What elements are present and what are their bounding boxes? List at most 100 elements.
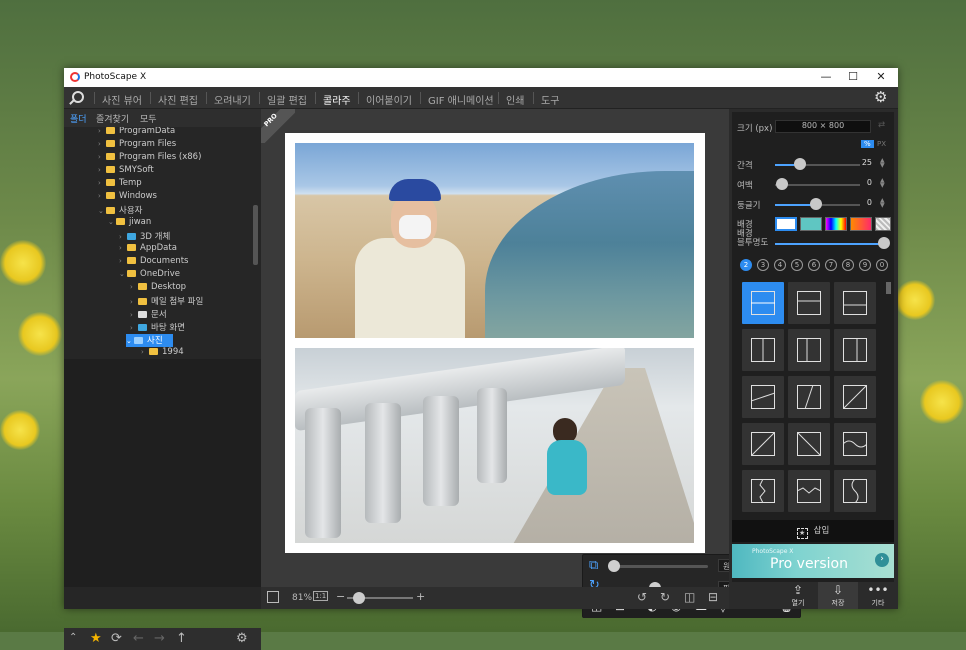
margin-stepper-icon[interactable]: ▲ ▼	[880, 178, 885, 189]
count-8-button[interactable]: 8	[842, 259, 854, 271]
layout-diagonal-down[interactable]	[788, 423, 830, 465]
tree-item[interactable]: › SMYSoft	[98, 165, 154, 178]
layout-horizontal-split-down[interactable]	[834, 282, 876, 324]
tree-item[interactable]: › Program Files	[98, 139, 176, 152]
blur-slider-knob[interactable]	[878, 237, 890, 249]
browser-settings-gear-icon[interactable]: ⚙	[236, 631, 248, 646]
margin-slider-knob[interactable]	[776, 178, 788, 190]
search-icon[interactable]	[72, 91, 84, 103]
spacing-slider[interactable]	[800, 164, 860, 166]
bg-swatch-gradient[interactable]	[850, 217, 872, 231]
collapse-up-icon[interactable]: ⌃	[69, 632, 77, 643]
refresh-icon[interactable]: ⟳	[111, 631, 122, 646]
tree-item[interactable]: ⌄ OneDrive	[119, 269, 180, 282]
layout-scrollbar[interactable]	[886, 282, 891, 294]
layout-wave-horizontal[interactable]	[834, 423, 876, 465]
roundness-stepper-icon[interactable]: ▲ ▼	[880, 198, 885, 209]
save-button[interactable]: ⇩ 저장	[818, 582, 858, 609]
menu-collage[interactable]: 콜라주	[323, 92, 351, 107]
back-arrow-icon[interactable]: ←	[133, 631, 144, 646]
menu-cut-out[interactable]: 오려내기	[214, 92, 251, 107]
tree-item[interactable]: › Temp	[98, 178, 142, 191]
spacing-value[interactable]: 25	[852, 158, 872, 167]
spacing-stepper-icon[interactable]: ▲ ▼	[880, 158, 885, 169]
count-10-button[interactable]: 0	[876, 259, 888, 271]
forward-arrow-icon[interactable]: →	[154, 631, 165, 646]
layout-diagonal-shallow[interactable]	[742, 376, 784, 418]
count-6-button[interactable]: 6	[808, 259, 820, 271]
tree-item[interactable]: › ProgramData	[98, 127, 175, 139]
count-9-button[interactable]: 9	[859, 259, 871, 271]
roundness-value[interactable]: 0	[852, 198, 872, 207]
tree-scrollbar[interactable]	[253, 205, 258, 265]
flip-horizontal-all-icon[interactable]: ◫	[684, 590, 695, 604]
count-4-button[interactable]: 4	[774, 259, 786, 271]
collage-photo-beach[interactable]	[295, 143, 694, 338]
favorite-star-icon[interactable]: ★	[90, 631, 102, 646]
layout-vertical-split-right[interactable]	[834, 329, 876, 371]
tree-item[interactable]: › 메일 첨부 파일	[130, 295, 203, 308]
minimize-button[interactable]: —	[812, 70, 840, 83]
count-3-button[interactable]: 3	[757, 259, 769, 271]
layout-horizontal-split-up[interactable]	[788, 282, 830, 324]
tree-item[interactable]: › 1994	[141, 347, 184, 355]
collage-photo-bridge[interactable]	[295, 348, 694, 543]
menu-combine[interactable]: 이어붙이기	[366, 92, 412, 107]
unit-px-button[interactable]: PX	[877, 140, 886, 148]
settings-gear-icon[interactable]: ⚙	[874, 88, 887, 106]
layout-diagonal-up[interactable]	[742, 423, 784, 465]
tree-item[interactable]: › Desktop	[130, 282, 186, 295]
insert-button[interactable]: ★ 삽입	[732, 520, 894, 542]
spacing-slider-knob[interactable]	[794, 158, 806, 170]
close-button[interactable]: ✕	[867, 70, 895, 83]
open-button[interactable]: ⇪ 열기	[778, 582, 818, 609]
tree-item[interactable]: › 문서	[130, 308, 167, 321]
brightness-slider[interactable]	[608, 565, 708, 568]
unit-percent-button[interactable]: %	[861, 140, 874, 148]
tree-item-selected[interactable]: ⌄ 사진	[126, 334, 173, 347]
flip-vertical-all-icon[interactable]: ⊟	[708, 590, 718, 604]
menu-photo-viewer[interactable]: 사진 뷰어	[102, 92, 142, 107]
tree-item[interactable]: › 바탕 화면	[130, 321, 185, 334]
tree-item[interactable]: › Documents	[119, 256, 188, 269]
size-input[interactable]: 800 × 800	[775, 120, 871, 133]
menu-gif-animation[interactable]: GIF 애니메이션	[428, 92, 494, 107]
tree-item[interactable]: ⌄ jiwan	[108, 217, 151, 230]
tab-all[interactable]: 모두	[140, 112, 157, 125]
tree-item[interactable]: › Program Files (x86)	[98, 152, 201, 165]
zoom-out-icon[interactable]: −	[336, 590, 345, 603]
menu-tools[interactable]: 도구	[541, 92, 559, 107]
tree-item[interactable]: › 3D 개체	[119, 230, 170, 243]
layout-zigzag-vertical[interactable]	[742, 470, 784, 512]
bg-swatch-pattern[interactable]	[800, 217, 822, 231]
layout-zigzag-horizontal[interactable]	[788, 470, 830, 512]
count-2-button[interactable]: 2	[740, 259, 752, 271]
count-5-button[interactable]: 5	[791, 259, 803, 271]
layout-vertical-split[interactable]	[742, 329, 784, 371]
roundness-slider-knob[interactable]	[810, 198, 822, 210]
swap-size-icon[interactable]: ⇄	[878, 120, 885, 130]
menu-batch-edit[interactable]: 일괄 편집	[267, 92, 307, 107]
margin-value[interactable]: 0	[852, 178, 872, 187]
bg-swatch-white[interactable]	[775, 217, 797, 231]
tab-folders[interactable]: 폴더	[70, 112, 87, 125]
menu-print[interactable]: 인쇄	[506, 92, 524, 107]
menu-photo-editor[interactable]: 사진 편집	[158, 92, 198, 107]
layout-diagonal-corner[interactable]	[834, 376, 876, 418]
blur-slider[interactable]	[775, 243, 885, 245]
tree-item[interactable]: › AppData	[119, 243, 177, 256]
layout-wave-vertical[interactable]	[834, 470, 876, 512]
rotate-right-icon[interactable]: ↻	[660, 590, 670, 604]
zoom-in-icon[interactable]: +	[416, 590, 425, 603]
tree-item[interactable]: ⌄ 사용자	[98, 204, 142, 217]
rotate-left-icon[interactable]: ↺	[637, 590, 647, 604]
actual-size-button[interactable]: 1:1	[313, 591, 329, 601]
count-7-button[interactable]: 7	[825, 259, 837, 271]
tree-item[interactable]: › Windows	[98, 191, 157, 204]
layout-horizontal-split[interactable]	[742, 282, 784, 324]
layout-diagonal-steep[interactable]	[788, 376, 830, 418]
more-button[interactable]: ••• 기타	[858, 582, 898, 609]
zoom-slider-knob[interactable]	[353, 592, 365, 604]
bg-swatch-rainbow[interactable]	[825, 217, 847, 231]
brightness-slider-knob[interactable]	[608, 560, 620, 572]
